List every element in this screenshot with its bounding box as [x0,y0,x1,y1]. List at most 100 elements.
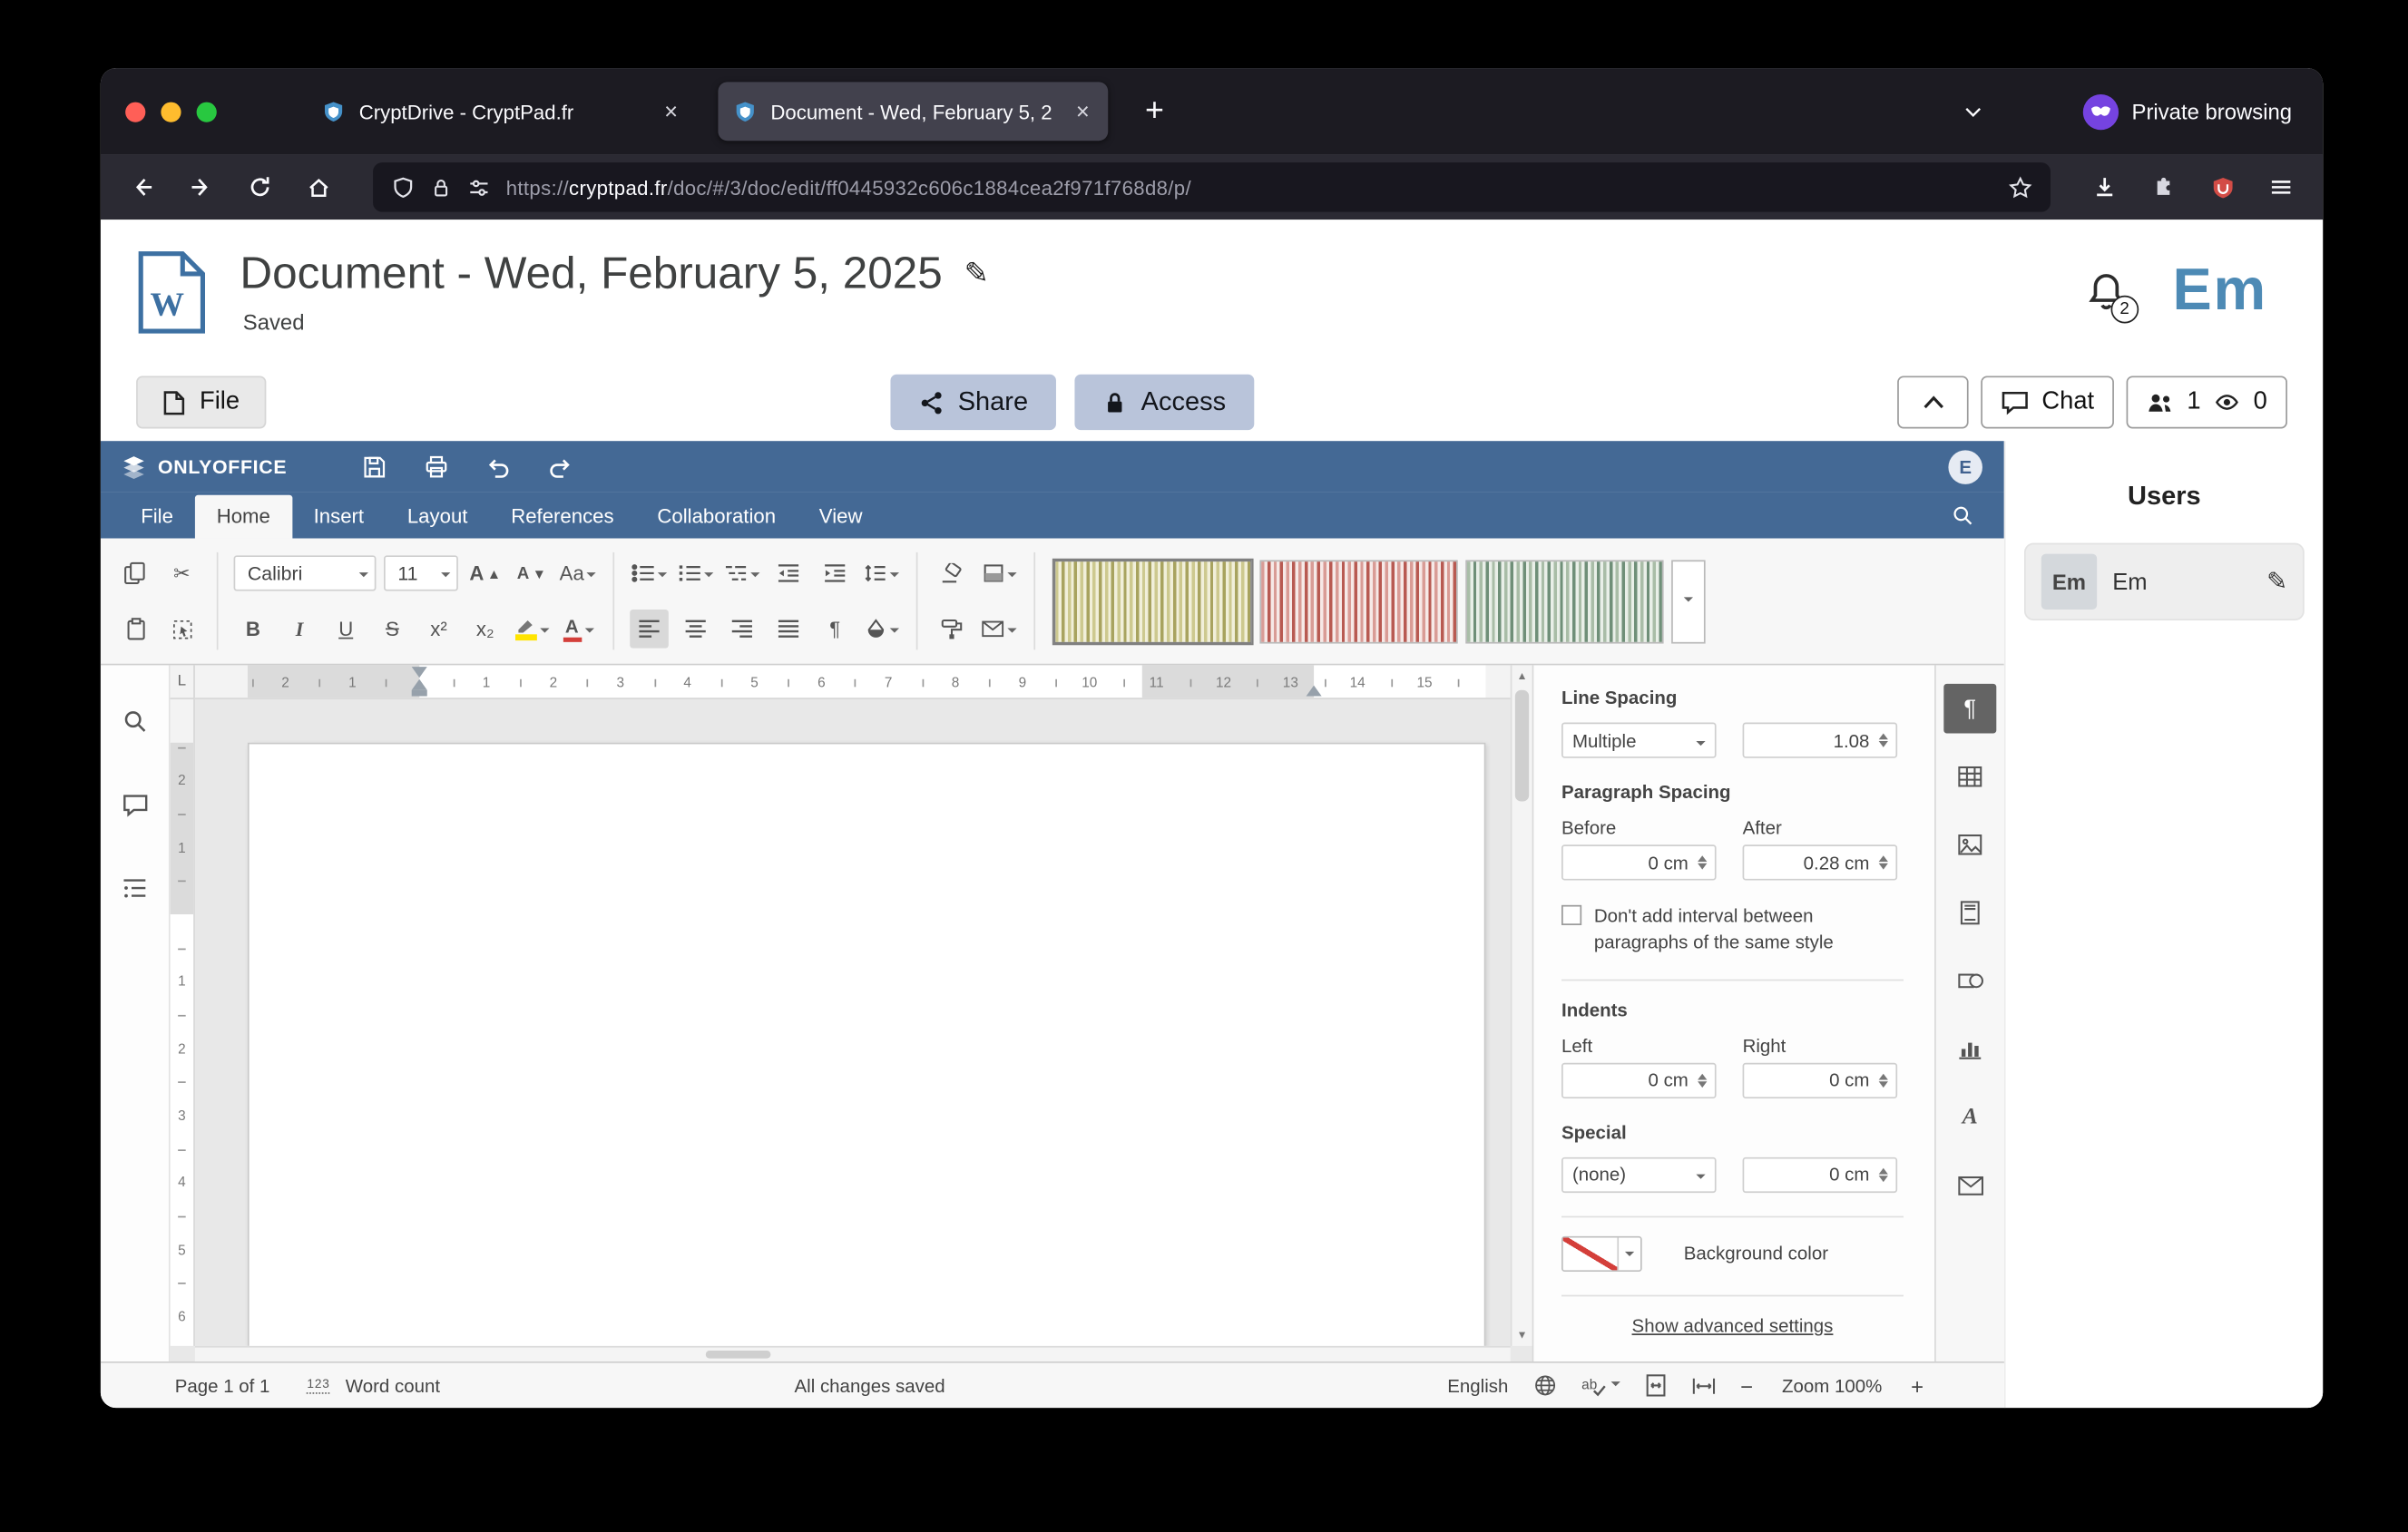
indent-left-spinner[interactable]: 0 cm [1561,1062,1717,1098]
style-swatch-3[interactable] [1465,560,1663,643]
checkbox-box[interactable] [1561,905,1581,925]
downloads-button[interactable] [2079,162,2131,212]
maximize-window-button[interactable] [197,102,217,122]
strikethrough-button[interactable]: S [373,610,412,649]
lock-icon[interactable] [430,176,452,200]
new-tab-button[interactable]: + [1130,87,1180,137]
copy-icon[interactable] [116,554,155,593]
account-avatar[interactable]: Em [2173,259,2267,325]
tab-list-chevron-icon[interactable] [1962,101,1983,122]
find-icon[interactable] [112,699,158,743]
bookmark-star-icon[interactable] [2009,176,2032,200]
align-left-button[interactable] [630,610,669,649]
fit-width-icon[interactable] [1691,1376,1716,1394]
styles-gallery-expand-button[interactable] [1671,560,1706,643]
horizontal-scrollbar[interactable] [195,1346,1511,1361]
no-interval-checkbox[interactable]: Don't add interval between paragraphs of… [1561,903,1904,957]
font-size-select[interactable]: 11 [384,555,458,590]
menu-tab-layout[interactable]: Layout [386,495,489,539]
zoom-level[interactable]: Zoom 100% [1777,1374,1885,1396]
ublock-icon[interactable] [2196,162,2248,212]
advanced-settings-link[interactable]: Show advanced settings [1561,1314,1904,1336]
menu-button[interactable] [2255,162,2307,212]
notifications-button[interactable]: 2 [2086,270,2126,314]
document-page[interactable] [248,743,1486,1346]
left-indent-box-marker[interactable] [412,690,427,697]
edit-user-icon[interactable]: ✎ [2266,566,2287,597]
underline-button[interactable]: U [327,610,366,649]
zoom-in-button[interactable]: + [1911,1373,1923,1398]
menu-tab-references[interactable]: References [489,495,635,539]
style-swatch-2[interactable] [1259,560,1457,643]
line-spacing-select[interactable]: Multiple [1561,723,1717,758]
undo-button[interactable] [475,448,522,485]
borders-icon[interactable] [980,554,1019,593]
increase-indent-icon[interactable] [816,554,855,593]
menu-tab-insert[interactable]: Insert [292,495,386,539]
clear-style-icon[interactable] [934,554,973,593]
subscript-button[interactable]: x₂ [465,610,504,649]
home-button[interactable] [292,162,345,212]
redo-button[interactable] [538,448,584,485]
tab-stop-selector[interactable]: L [171,665,195,699]
forward-button[interactable] [175,162,228,212]
paragraph-settings-icon[interactable]: ¶ [1943,684,1996,734]
image-settings-icon[interactable] [1943,820,1996,870]
cut-icon[interactable]: ✂ [162,554,201,593]
scroll-down-icon[interactable]: ▼ [1512,1324,1532,1346]
share-button[interactable]: Share [890,375,1056,430]
search-icon[interactable] [1939,504,1985,526]
word-count-label[interactable]: Word count [346,1374,440,1396]
paste-icon[interactable] [116,610,155,649]
file-menu-button[interactable]: File [136,376,266,428]
permissions-icon[interactable] [467,176,491,200]
close-tab-icon[interactable]: × [661,98,681,124]
access-button[interactable]: Access [1074,375,1254,430]
numbered-list-icon[interactable] [676,554,715,593]
close-tab-icon[interactable]: × [1072,98,1092,124]
bold-button[interactable]: B [234,610,273,649]
minimize-window-button[interactable] [161,102,181,122]
fit-page-icon[interactable] [1644,1374,1666,1398]
textart-settings-icon[interactable]: A [1943,1092,1996,1142]
decrease-indent-icon[interactable] [769,554,808,593]
copy-style-icon[interactable] [934,610,973,649]
navigation-icon[interactable] [112,866,158,910]
edit-title-icon[interactable]: ✎ [964,257,989,292]
zoom-out-button[interactable]: − [1740,1373,1753,1398]
increase-font-icon[interactable]: A▲ [465,554,504,593]
tab-cryptdrive[interactable]: CryptDrive - CryptPad.fr × [307,82,697,141]
menu-tab-home[interactable]: Home [195,495,292,539]
line-spacing-icon[interactable] [862,554,901,593]
headerfooter-settings-icon[interactable] [1943,888,1996,938]
italic-button[interactable]: I [280,610,319,649]
shading-icon[interactable] [862,610,901,649]
vertical-scroll-thumb[interactable] [1515,690,1529,802]
spacing-after-spinner[interactable]: 0.28 cm [1743,844,1898,880]
first-line-indent-marker[interactable] [412,667,427,678]
save-button[interactable] [352,448,398,485]
special-indent-select[interactable]: (none) [1561,1156,1717,1192]
justify-button[interactable] [769,610,808,649]
comments-icon[interactable] [112,783,158,826]
line-spacing-amount-spinner[interactable]: 1.08 [1743,723,1898,758]
background-color-chevron[interactable] [1617,1237,1640,1270]
spacing-before-spinner[interactable]: 0 cm [1561,844,1717,880]
left-indent-marker[interactable] [412,679,427,690]
menu-tab-file[interactable]: File [119,495,194,539]
spellcheck-icon[interactable]: ab [1581,1374,1620,1396]
change-case-icon[interactable]: Aa [559,554,598,593]
table-settings-icon[interactable] [1943,752,1996,802]
mail-merge-icon[interactable] [980,610,1019,649]
multilevel-list-icon[interactable] [723,554,762,593]
align-right-button[interactable] [723,610,762,649]
globe-icon[interactable] [1533,1374,1557,1398]
font-color-button[interactable]: A [559,610,598,649]
language-selector[interactable]: English [1447,1374,1508,1396]
extensions-icon[interactable] [2138,162,2190,212]
back-button[interactable] [116,162,169,212]
chat-button[interactable]: Chat [1982,376,2114,428]
style-swatch-1[interactable] [1054,560,1252,643]
horizontal-scroll-thumb[interactable] [706,1351,771,1359]
paragraph-marks-icon[interactable]: ¶ [816,610,855,649]
